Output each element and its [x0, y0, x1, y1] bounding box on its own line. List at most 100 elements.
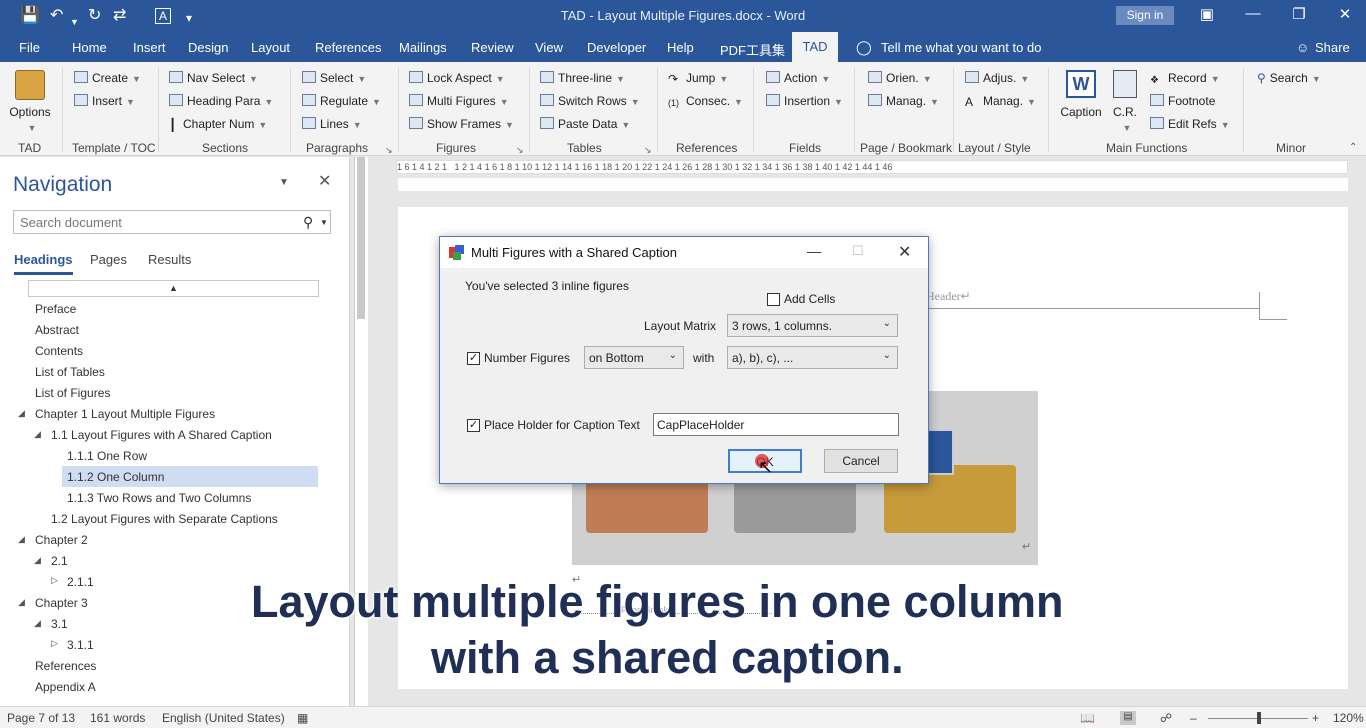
placeholder-checkbox[interactable]: ✓ [467, 419, 480, 432]
regulate-button[interactable]: Regulate ▼ [302, 93, 381, 110]
show-frames-button[interactable]: Show Frames ▼ [409, 116, 514, 133]
placeholder-text-input[interactable]: CapPlaceHolder [653, 413, 899, 436]
restore-icon[interactable]: ❐ [1284, 5, 1314, 23]
nav-item[interactable]: 3.1.1 [67, 637, 94, 653]
tab-results[interactable]: Results [148, 252, 191, 267]
number-figures-checkbox[interactable]: ✓ [467, 352, 480, 365]
zoom-slider-thumb[interactable] [1257, 712, 1261, 724]
horizontal-ruler[interactable]: 1 6 1 4 1 2 1 1 2 1 4 1 6 1 8 1 10 1 12 … [396, 160, 1348, 174]
chevron-down-icon[interactable]: ▼ [320, 218, 328, 227]
close-icon[interactable]: ✕ [1330, 5, 1360, 23]
sign-in-button[interactable]: Sign in [1116, 6, 1174, 25]
dialog-launcher-icon[interactable]: ↘ [644, 142, 652, 158]
zoom-out-icon[interactable]: – [1190, 711, 1197, 725]
orien-button[interactable]: Orien. ▼ [868, 70, 932, 87]
numbering-style-select[interactable]: a), b), c), ... ⌄ [727, 346, 898, 369]
heading-para-button[interactable]: Heading Para ▼ [169, 93, 273, 110]
record-button[interactable]: ❖ Record ▼ [1150, 70, 1220, 87]
language-indicator[interactable]: English (United States) [162, 711, 285, 725]
macro-record-icon[interactable]: ▦ [297, 711, 308, 725]
search-button[interactable]: ⚲ Search ▼ [1257, 70, 1321, 87]
create-button[interactable]: Create ▼ [74, 70, 141, 87]
layout-matrix-select[interactable]: 3 rows, 1 columns. ⌄ [727, 314, 898, 337]
options-button[interactable]: Options ▼ [8, 70, 52, 136]
nav-item[interactable]: Contents [35, 343, 83, 359]
tab-file[interactable]: File [19, 40, 40, 55]
nav-close-icon[interactable]: ✕ [318, 171, 331, 191]
dialog-launcher-icon[interactable]: ↘ [385, 142, 393, 158]
chapter-num-button[interactable]: ┃ Chapter Num ▼ [169, 116, 267, 133]
zoom-in-icon[interactable]: + [1312, 711, 1319, 725]
consec-button[interactable]: (1) Consec. ▼ [668, 93, 743, 110]
select-button[interactable]: Select ▼ [302, 70, 366, 87]
search-icon[interactable]: ⚲ [303, 214, 313, 231]
collapse-ribbon-icon[interactable]: ⌃ [1349, 140, 1357, 156]
cancel-button[interactable]: Cancel [824, 449, 898, 473]
expanded-icon[interactable]: ◢ [34, 555, 41, 566]
tab-view[interactable]: View [535, 40, 563, 55]
minimize-icon[interactable]: — [1238, 5, 1268, 22]
add-cells-checkbox[interactable] [767, 293, 780, 306]
print-layout-icon[interactable]: ▤ [1120, 711, 1136, 725]
tab-home[interactable]: Home [72, 40, 107, 55]
expanded-icon[interactable]: ◢ [18, 597, 25, 608]
nav-item[interactable]: References [35, 658, 96, 674]
nav-item[interactable]: 1.2 Layout Figures with Separate Caption… [51, 511, 278, 527]
caption-position-select[interactable]: on Bottom ⌄ [584, 346, 684, 369]
style-manag-button[interactable]: A Manag. ▼ [965, 93, 1036, 110]
nav-item[interactable]: Preface [35, 301, 76, 317]
caption-button[interactable]: W Caption [1059, 70, 1103, 120]
tab-mailings[interactable]: Mailings [399, 40, 447, 55]
minimize-icon[interactable]: — [807, 243, 821, 259]
vertical-scrollbar[interactable] [1350, 178, 1366, 706]
tab-tad[interactable]: TAD [792, 32, 838, 63]
action-button[interactable]: Action ▼ [766, 70, 830, 87]
nav-item[interactable]: List of Figures [35, 385, 110, 401]
nav-item[interactable]: Abstract [35, 322, 79, 338]
insertion-button[interactable]: Insertion ▼ [766, 93, 843, 110]
jump-button[interactable]: ↷ Jump ▼ [668, 70, 728, 87]
close-icon[interactable]: ✕ [898, 242, 911, 262]
tab-headings[interactable]: Headings [14, 252, 73, 275]
adjus-button[interactable]: Adjus. ▼ [965, 70, 1029, 87]
tab-layout[interactable]: Layout [251, 40, 290, 55]
search-input[interactable]: Search document [13, 210, 331, 234]
nav-item[interactable]: 1.1.3 Two Rows and Two Columns [67, 490, 251, 506]
lines-button[interactable]: Lines ▼ [302, 116, 362, 133]
nav-item[interactable]: List of Tables [35, 364, 105, 380]
nav-item[interactable]: 1.1 Layout Figures with A Shared Caption [51, 427, 272, 443]
tab-pdf[interactable]: PDF工具集 [720, 40, 785, 59]
word-count[interactable]: 161 words [90, 711, 145, 725]
cr-button[interactable]: C.R. ▼ [1110, 70, 1140, 136]
lock-aspect-button[interactable]: Lock Aspect ▼ [409, 70, 505, 87]
tell-me-box[interactable]: Tell me what you want to do [881, 40, 1041, 55]
zoom-level[interactable]: 120% [1333, 711, 1364, 725]
tab-references[interactable]: References [315, 40, 381, 55]
tab-help[interactable]: Help [667, 40, 694, 55]
tab-insert[interactable]: Insert [133, 40, 166, 55]
page-count[interactable]: Page 7 of 13 [7, 711, 75, 725]
expanded-icon[interactable]: ◢ [18, 408, 25, 419]
bookmark-manag-button[interactable]: Manag. ▼ [868, 93, 939, 110]
share-button[interactable]: Share [1315, 40, 1350, 55]
nav-item[interactable]: Chapter 2 [35, 532, 88, 548]
expanded-icon[interactable]: ◢ [18, 534, 25, 545]
collapsed-icon[interactable]: ▷ [51, 638, 58, 649]
scroll-to-top-button[interactable]: ▲ [28, 280, 319, 297]
nav-item[interactable]: Chapter 1 Layout Multiple Figures [35, 406, 215, 422]
nav-item[interactable]: Chapter 3 [35, 595, 88, 611]
nav-select-button[interactable]: Nav Select ▼ [169, 70, 258, 87]
nav-item[interactable]: 2.1.1 [67, 574, 94, 590]
three-line-button[interactable]: Three-line ▼ [540, 70, 625, 87]
expanded-icon[interactable]: ◢ [34, 429, 41, 440]
tab-developer[interactable]: Developer [587, 40, 646, 55]
paste-data-button[interactable]: Paste Data ▼ [540, 116, 630, 133]
web-layout-icon[interactable]: ☍ [1160, 711, 1172, 725]
read-mode-icon[interactable]: 📖 [1080, 711, 1095, 725]
insert-toc-button[interactable]: Insert ▼ [74, 93, 135, 110]
tab-review[interactable]: Review [471, 40, 514, 55]
nav-item[interactable]: Appendix A [35, 679, 96, 695]
nav-item[interactable]: 3.1 [51, 616, 68, 632]
nav-item-selected[interactable]: 1.1.2 One Column [67, 469, 164, 485]
nav-item[interactable]: 2.1 [51, 553, 68, 569]
